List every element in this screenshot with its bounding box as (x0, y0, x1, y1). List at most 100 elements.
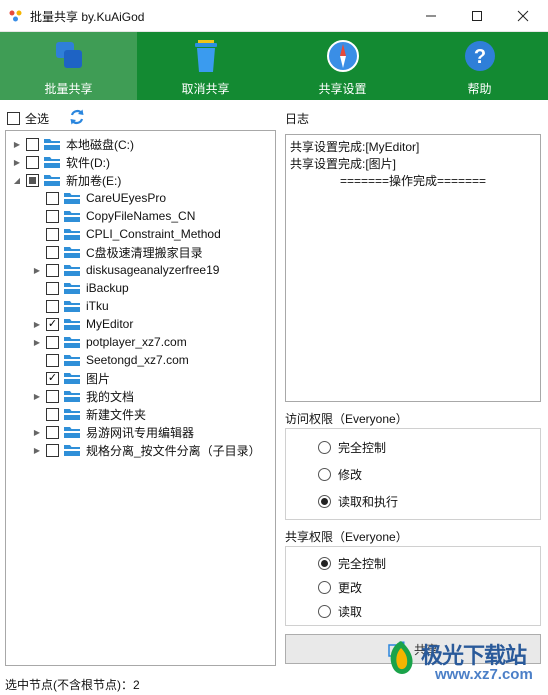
access-permission-option[interactable]: 读取和执行 (318, 493, 398, 509)
folder-icon (64, 247, 80, 258)
tree-node-label: CPLI_Constraint_Method (86, 227, 221, 241)
access-permission-radio[interactable] (318, 467, 331, 481)
tree-node-checkbox[interactable] (46, 263, 59, 277)
tree-node[interactable]: ✓ 图片 (32, 369, 110, 387)
watermark-logo-icon (390, 641, 413, 674)
close-button[interactable] (500, 0, 546, 32)
tree-node-checkbox[interactable] (46, 227, 59, 241)
tree-node[interactable]: C盘极速清理搬家目录 (32, 243, 203, 261)
tree-node[interactable]: iBackup (32, 279, 129, 297)
share-permission-option[interactable]: 读取 (318, 603, 362, 619)
tree-node-checkbox[interactable]: ✓ (46, 317, 59, 331)
tree-node[interactable]: ▶ 软件(D:) (12, 153, 110, 171)
expand-arrow-icon[interactable]: ▶ (32, 441, 42, 459)
share-permission-option[interactable]: 更改 (318, 579, 362, 595)
share-permission-title: 共享权限（Everyone） (285, 530, 408, 544)
folder-icon (64, 427, 80, 438)
access-permission-group: 完全控制修改读取和执行 (285, 428, 541, 520)
share-settings-button[interactable]: 共享设置 (274, 32, 411, 100)
tree-node[interactable]: ▶ 规格分离_按文件分离（子目录） (32, 441, 261, 459)
folder-icon (64, 445, 80, 456)
access-permission-option[interactable]: 完全控制 (318, 439, 386, 455)
tree-node-checkbox[interactable] (46, 209, 59, 223)
tree-node-checkbox[interactable]: ✓ (46, 371, 59, 385)
tree-node[interactable]: ▶ 本地磁盘(C:) (12, 135, 134, 153)
folder-icon (64, 373, 80, 384)
expand-arrow-icon[interactable]: ◢ (12, 171, 22, 189)
tree-node-label: potplayer_xz7.com (86, 335, 187, 349)
svg-text:?: ? (473, 46, 485, 68)
tree-node-checkbox[interactable] (46, 353, 59, 367)
expand-arrow-icon[interactable]: ▶ (32, 261, 42, 279)
folder-tree[interactable]: ▶ 本地磁盘(C:) ▶ 软件(D:) ◢ 新加卷(E:) CareUEyesPro Copy… (5, 130, 276, 666)
select-all-checkbox[interactable] (7, 111, 20, 125)
share-permission-radio[interactable] (318, 580, 331, 594)
tree-node-checkbox[interactable] (46, 443, 59, 457)
tree-node-checkbox[interactable] (26, 137, 39, 151)
tree-node-checkbox[interactable] (46, 281, 59, 295)
tree-node[interactable]: Seetongd_xz7.com (32, 351, 189, 369)
help-button[interactable]: ? 帮助 (411, 32, 548, 100)
tree-node-checkbox[interactable] (46, 299, 59, 313)
access-permission-title: 访问权限（Everyone） (285, 412, 408, 426)
access-permission-radio[interactable] (318, 440, 331, 454)
tree-node[interactable]: ▶ 我的文档 (32, 387, 134, 405)
trash-icon (194, 40, 217, 72)
main-toolbar: 批量共享 取消共享 共享设置 ? 帮助 (0, 32, 548, 100)
cancel-share-button[interactable]: 取消共享 (137, 32, 274, 100)
expand-arrow-icon[interactable]: ▶ (32, 423, 42, 441)
tree-node[interactable]: ▶ ✓ MyEditor (32, 315, 133, 333)
share-permission-radio[interactable] (318, 556, 331, 570)
share-permission-option-label: 完全控制 (338, 556, 387, 571)
tree-node-label: iTku (86, 299, 109, 313)
tree-node[interactable]: CPLI_Constraint_Method (32, 225, 221, 243)
tree-node-checkbox[interactable] (46, 425, 59, 439)
minimize-button[interactable] (408, 0, 454, 32)
tree-node-checkbox[interactable] (46, 389, 59, 403)
expand-arrow-icon[interactable]: ▶ (12, 153, 22, 171)
tree-node-checkbox[interactable] (26, 173, 39, 187)
tree-node-label: CareUEyesPro (86, 191, 167, 205)
tree-node[interactable]: ▶ potplayer_xz7.com (32, 333, 187, 351)
tree-node[interactable]: ▶ diskusageanalyzerfree19 (32, 261, 220, 279)
expand-arrow-icon[interactable]: ▶ (12, 135, 22, 153)
tree-node[interactable]: ▶ 易游网讯专用编辑器 (32, 423, 194, 441)
select-all[interactable]: 全选 (7, 110, 49, 126)
share-settings-label: 共享设置 (318, 82, 367, 96)
tree-node-checkbox[interactable] (46, 191, 59, 205)
tree-node-label: 软件(D:) (66, 155, 110, 170)
tree-node-checkbox[interactable] (46, 245, 59, 259)
app-logo-icon (9, 10, 22, 22)
tree-node-checkbox[interactable] (26, 155, 39, 169)
tree-node[interactable]: CopyFileNames_CN (32, 207, 195, 225)
tree-node[interactable]: 新建文件夹 (32, 405, 146, 423)
expand-arrow-icon[interactable]: ▶ (32, 315, 42, 333)
log-panel[interactable]: 共享设置完成:[MyEditor] 共享设置完成:[图片] =======操作完成=… (285, 134, 541, 402)
batch-share-label: 批量共享 (44, 82, 93, 96)
tree-node-label: CopyFileNames_CN (86, 209, 196, 223)
tree-node[interactable]: ◢ 新加卷(E:) (12, 171, 121, 189)
access-permission-radio[interactable] (318, 494, 331, 508)
share-permission-radio[interactable] (318, 604, 331, 618)
refresh-icon[interactable] (68, 108, 86, 126)
tree-node[interactable]: CareUEyesPro (32, 189, 166, 207)
help-icon: ? (464, 41, 495, 71)
batch-share-button[interactable]: 批量共享 (0, 32, 137, 100)
access-permission-option[interactable]: 修改 (318, 466, 362, 482)
folder-icon (44, 139, 60, 150)
maximize-button[interactable] (454, 0, 500, 32)
minimize-icon (426, 15, 436, 17)
expand-arrow-icon[interactable]: ▶ (32, 333, 42, 351)
tree-node[interactable]: iTku (32, 297, 109, 315)
expand-arrow-icon[interactable]: ▶ (32, 387, 42, 405)
share-permission-option[interactable]: 完全控制 (318, 555, 386, 571)
tree-node-label: iBackup (86, 281, 129, 295)
tree-node-checkbox[interactable] (46, 335, 59, 349)
select-all-label: 全选 (25, 111, 50, 126)
share-permission-group: 完全控制更改读取 (285, 546, 541, 626)
tree-node-checkbox[interactable] (46, 407, 59, 421)
folder-icon (64, 337, 80, 348)
share-permission-option-label: 更改 (338, 580, 363, 595)
